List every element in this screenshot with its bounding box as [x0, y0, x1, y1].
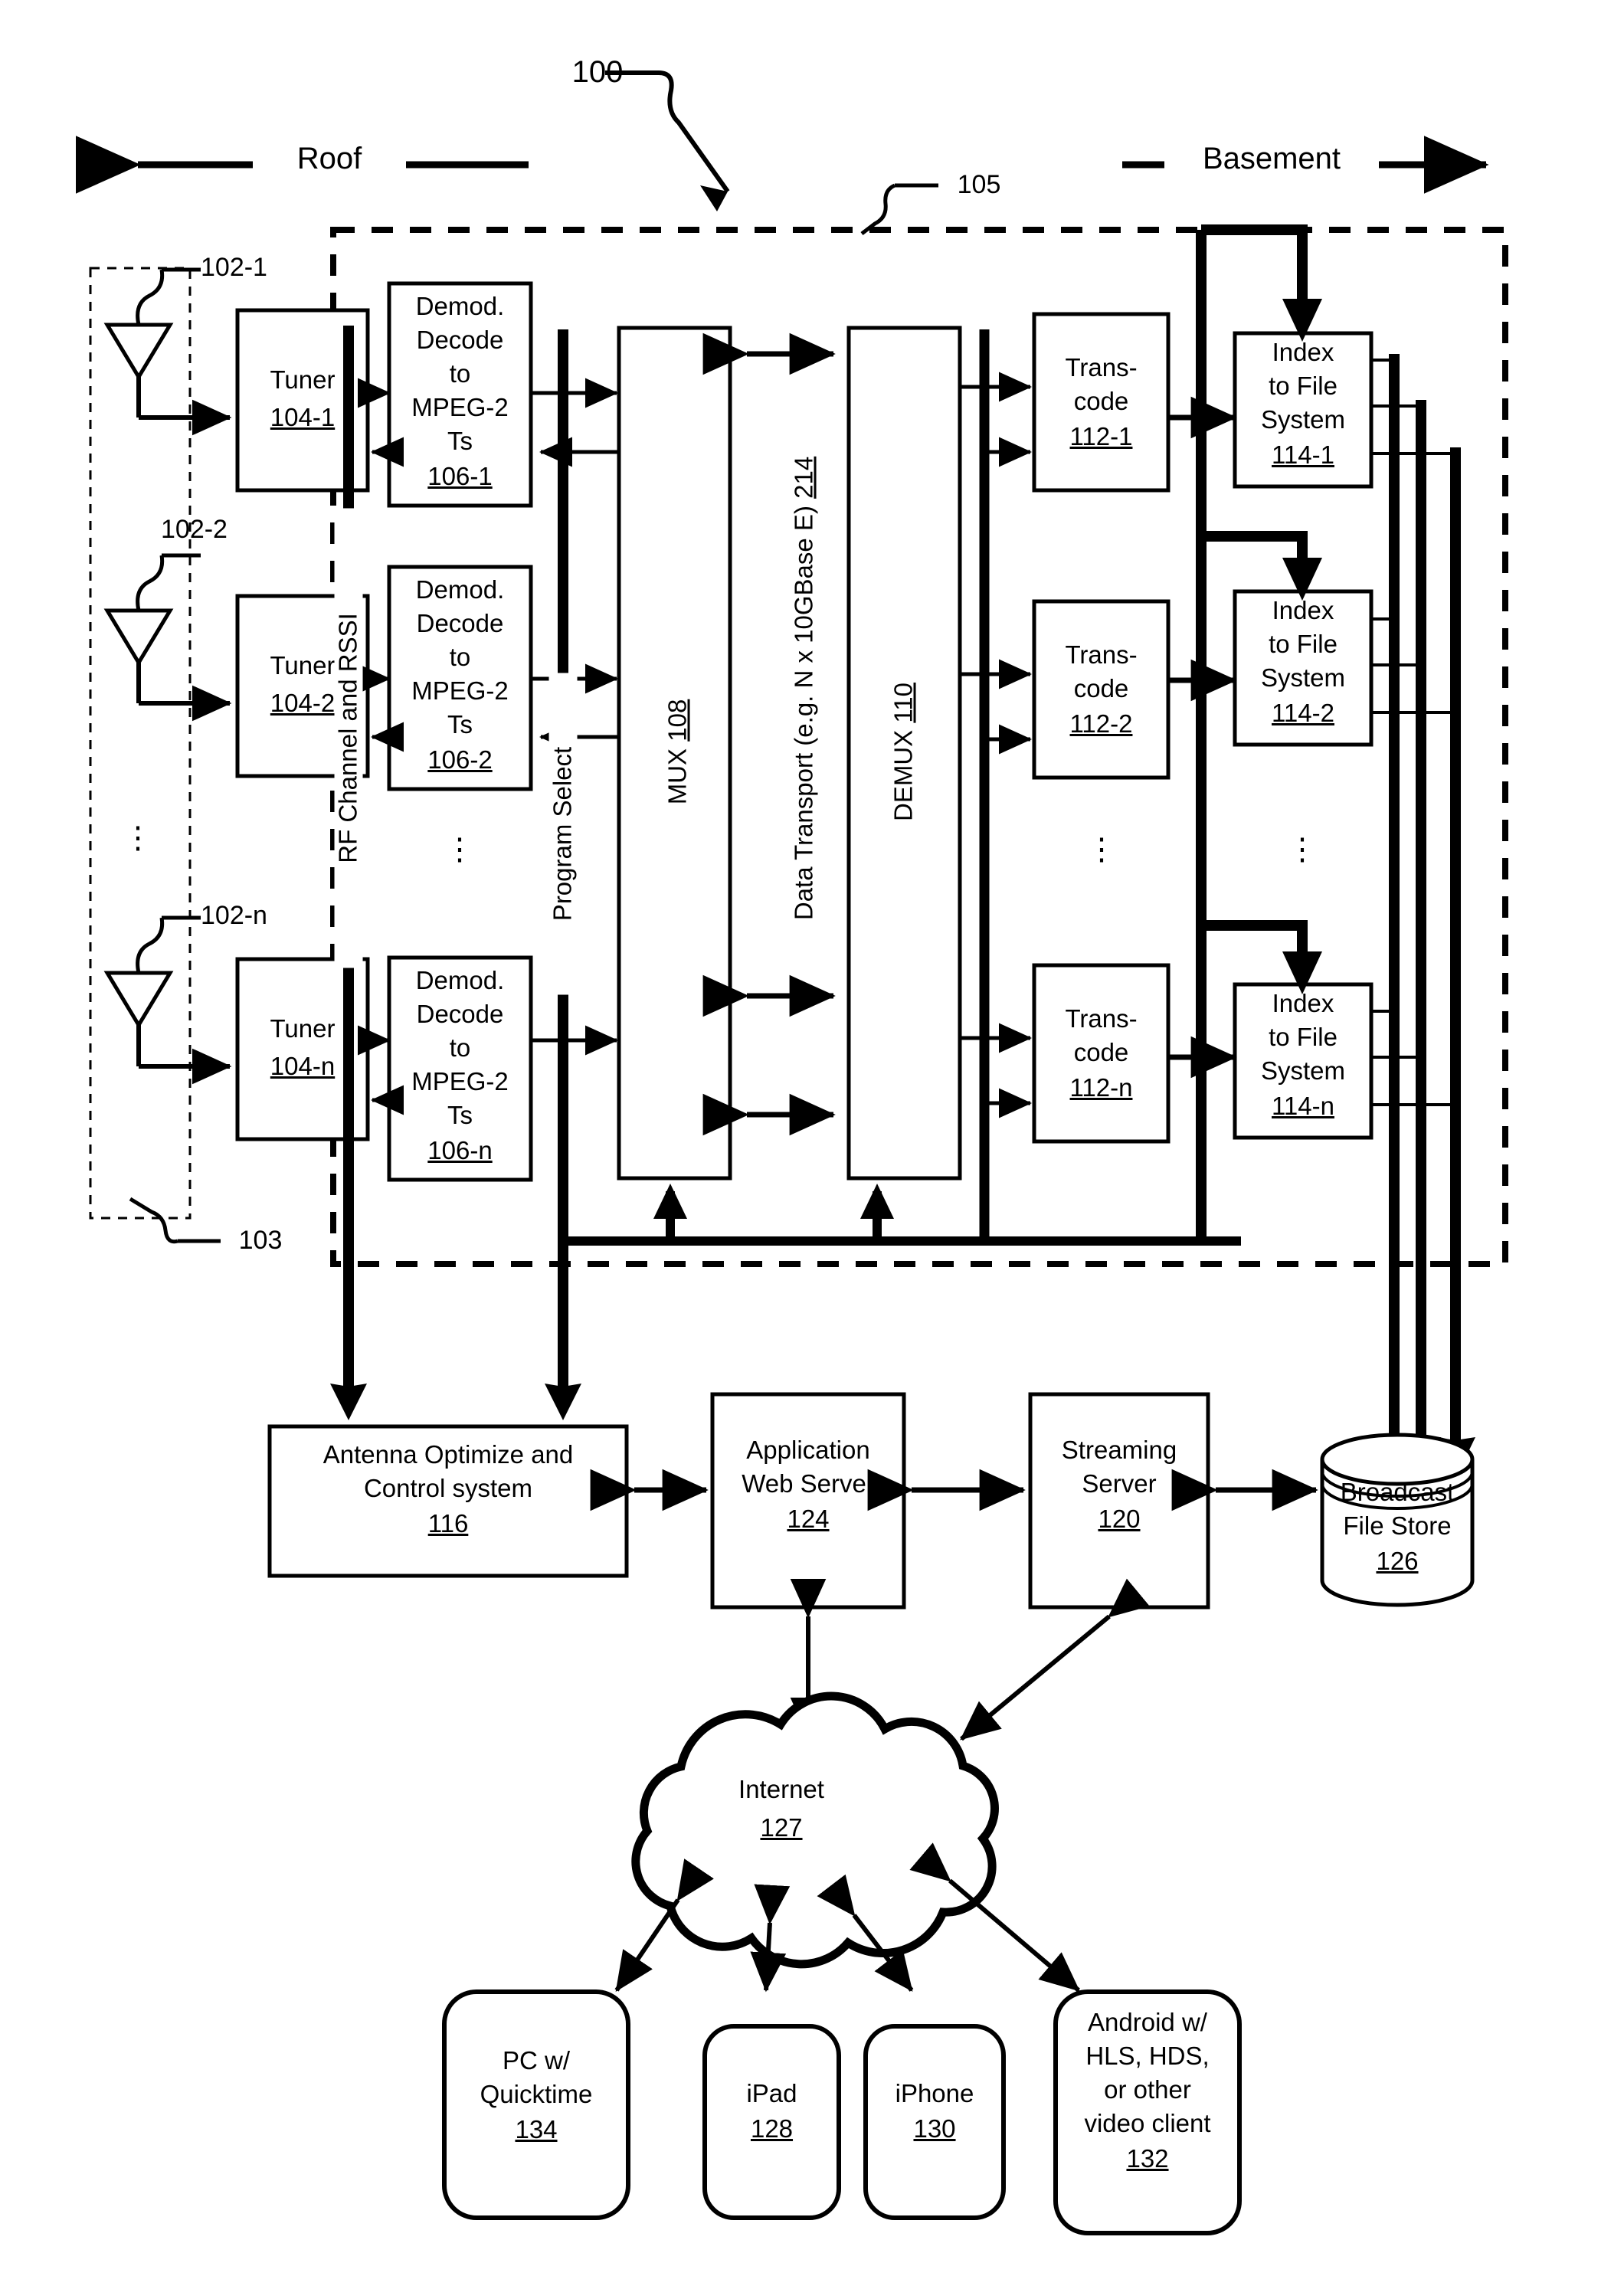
index-1-line2: to File — [1269, 372, 1338, 400]
demod-1-line3: to — [449, 359, 471, 388]
demux-ref: 110 — [889, 682, 918, 723]
demod-2-line5: Ts — [447, 710, 473, 738]
zone-label-roof: Roof — [253, 142, 406, 176]
data-transport-text: Data Transport (e.g. N x 10GBase E) — [789, 506, 818, 921]
index-2-line1: Index — [1272, 596, 1334, 624]
client-ipad-ref: 128 — [750, 2114, 794, 2143]
file-store-ref: 126 — [1376, 1547, 1419, 1575]
diagram-linework — [76, 70, 1508, 2235]
tuner-1-label: Tuner — [270, 365, 336, 394]
index-2-line3: System — [1260, 663, 1346, 692]
data-transport-ref: 214 — [789, 456, 818, 499]
tuner-n-ref: 104-n — [270, 1052, 336, 1080]
demod-n-line2: Decode — [416, 1000, 504, 1028]
figure-number: 100 — [571, 55, 624, 89]
demod-n-line4: MPEG-2 — [411, 1067, 509, 1095]
transcode-2-line2: code — [1073, 674, 1129, 702]
index-n-line3: System — [1260, 1056, 1346, 1085]
antenna-ellipsis: ⋮ — [123, 821, 153, 855]
antenna-control-line2: Control system — [363, 1474, 533, 1502]
index-n-line1: Index — [1272, 989, 1334, 1017]
client-iphone-ref: 130 — [913, 2114, 956, 2143]
client-pc-line2: Quicktime — [480, 2080, 593, 2108]
file-store-line2: File Store — [1343, 1511, 1452, 1540]
demod-ellipsis: ⋮ — [444, 833, 475, 866]
demod-n-line3: to — [449, 1033, 471, 1062]
demod-1-ref: 106-1 — [427, 462, 493, 490]
demod-2-line3: to — [449, 643, 471, 671]
mux-ref: 108 — [663, 699, 692, 742]
index-1-ref: 114-1 — [1272, 440, 1334, 469]
demod-1-line2: Decode — [416, 326, 504, 354]
antenna-ref-2: 102-2 — [161, 515, 228, 544]
demod-1-line1: Demod. — [415, 292, 505, 320]
client-android-line1: Android w/ — [1088, 2008, 1207, 2036]
index-1-line3: System — [1260, 405, 1346, 434]
app-web-server-line1: Application — [746, 1436, 870, 1464]
antenna-group-ref: 103 — [238, 1226, 283, 1255]
client-android-line2: HLS, HDS, — [1085, 2042, 1210, 2070]
index-n-line2: to File — [1269, 1023, 1338, 1051]
demod-n-line1: Demod. — [415, 966, 505, 994]
tuner-n-label: Tuner — [270, 1014, 336, 1043]
streaming-server-ref: 120 — [1098, 1505, 1141, 1533]
client-android-line4: video client — [1084, 2109, 1211, 2137]
client-android-line3: or other — [1104, 2075, 1191, 2104]
client-ipad-line1: iPad — [746, 2079, 797, 2107]
system-boundary-ref: 105 — [957, 170, 1001, 199]
transcode-n-ref: 112-n — [1069, 1073, 1133, 1102]
app-web-server-ref: 124 — [787, 1505, 830, 1533]
internet-ref: 127 — [760, 1813, 803, 1842]
demux-label: DEMUX 110 — [889, 602, 918, 901]
demod-2-line4: MPEG-2 — [411, 676, 509, 705]
index-1-line1: Index — [1272, 338, 1334, 366]
patent-figure-canvas: 100 Roof Basement 105 103 102-1 102-2 10… — [0, 0, 1624, 2276]
demod-n-ref: 106-n — [427, 1136, 493, 1164]
transcode-1-line2: code — [1073, 387, 1129, 415]
transcode-1-ref: 112-1 — [1069, 422, 1133, 450]
client-android-ref: 132 — [1126, 2144, 1169, 2173]
internet-label: Internet — [738, 1775, 824, 1803]
transcode-2-line1: Trans- — [1065, 640, 1138, 669]
file-store-line1: Broadcast — [1340, 1478, 1455, 1506]
transcode-n-line2: code — [1073, 1038, 1129, 1066]
demod-n-line5: Ts — [447, 1101, 473, 1129]
demux-name: DEMUX — [889, 729, 918, 821]
program-select-bus-label: Program Select — [548, 673, 578, 995]
rf-channel-bus-label: RF Channel and RSSI — [334, 508, 363, 968]
transcode-ellipsis: ⋮ — [1086, 833, 1117, 866]
index-ellipsis: ⋮ — [1287, 833, 1318, 866]
client-pc-line1: PC w/ — [502, 2046, 570, 2075]
index-n-ref: 114-n — [1272, 1092, 1334, 1120]
client-pc-ref: 134 — [515, 2115, 558, 2143]
antenna-ref-n: 102-n — [201, 901, 267, 930]
tuner-1-ref: 104-1 — [270, 403, 336, 431]
antenna-ref-1: 102-1 — [201, 253, 267, 282]
data-transport-label: Data Transport (e.g. N x 10GBase E) 214 — [789, 343, 819, 1033]
index-2-ref: 114-2 — [1272, 699, 1334, 727]
demod-1-line4: MPEG-2 — [411, 393, 509, 421]
streaming-server-line1: Streaming — [1061, 1436, 1177, 1464]
transcode-2-ref: 112-2 — [1069, 709, 1133, 738]
transcode-1-line1: Trans- — [1065, 353, 1138, 382]
demod-2-line1: Demod. — [415, 575, 505, 604]
app-web-server-line2: Web Server — [742, 1469, 875, 1498]
demod-2-ref: 106-2 — [427, 745, 493, 774]
index-2-line2: to File — [1269, 630, 1338, 658]
antenna-control-ref: 116 — [427, 1509, 469, 1538]
mux-label: MUX 108 — [663, 614, 692, 889]
zone-label-basement: Basement — [1164, 142, 1379, 176]
client-iphone-line1: iPhone — [895, 2079, 974, 2107]
mux-name: MUX — [663, 748, 692, 805]
antenna-control-line1: Antenna Optimize and — [323, 1440, 574, 1469]
transcode-n-line1: Trans- — [1065, 1004, 1138, 1033]
demod-2-line2: Decode — [416, 609, 504, 637]
streaming-server-line2: Server — [1082, 1469, 1157, 1498]
demod-1-line5: Ts — [447, 427, 473, 455]
